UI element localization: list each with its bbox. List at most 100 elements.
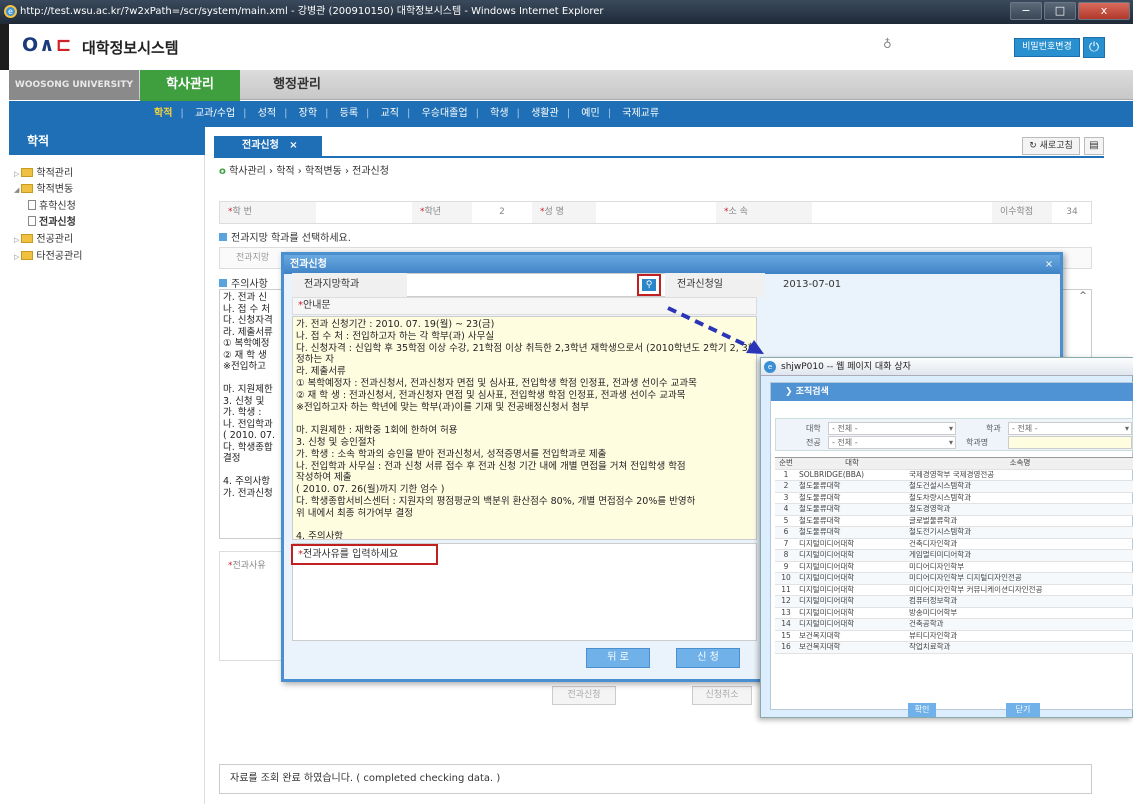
search-button[interactable]: ⚲ — [637, 274, 661, 296]
table-cell: 디지털미디어대학 — [797, 572, 907, 585]
table-cell: 철도물류대학 — [797, 503, 907, 516]
table-cell: 7 — [775, 538, 797, 551]
table-cell: 철도물류대학 — [797, 515, 907, 528]
modal-close-icon[interactable]: × — [1041, 255, 1057, 274]
sidebar-item-transfer[interactable]: 전과신청 — [28, 213, 76, 228]
table-cell: 게임멀티미디어학과 — [907, 549, 1133, 562]
submenu-item[interactable]: 장학 — [299, 108, 317, 119]
table-row[interactable]: 6 철도물류대학 철도전기시스템학과 — [775, 526, 1133, 539]
notice-line — [296, 520, 753, 532]
back-button[interactable]: 뒤 로 — [586, 648, 650, 668]
table-cell: 컴퓨터정보학과 — [907, 595, 1133, 608]
modal-dept-input[interactable] — [410, 276, 634, 294]
folder-icon — [21, 234, 34, 243]
notification-icon[interactable]: ♁ — [883, 37, 895, 51]
table-cell: 철도물류대학 — [797, 526, 907, 539]
close-button[interactable]: 닫기 — [1006, 703, 1040, 717]
submenu-item[interactable]: 등록 — [340, 108, 358, 119]
table-row[interactable]: 13 디지털미디어대학 방송미디어학부 — [775, 607, 1133, 620]
major-select[interactable]: - 전체 - ▾ — [828, 436, 956, 449]
table-row[interactable]: 3 철도물류대학 철도차량시스템학과 — [775, 492, 1133, 505]
sidebar-item-haekjeok[interactable]: ▷ 학적관리 — [14, 164, 73, 179]
reason-label: *전과사유 — [228, 561, 266, 571]
section-bullet-icon — [219, 279, 227, 287]
cancel-application-button[interactable]: 신청취소 — [692, 686, 752, 705]
student-id-label: *학 번 — [220, 202, 316, 223]
sidebar-item-leave[interactable]: 휴학신청 — [28, 197, 76, 212]
transfer-apply-button[interactable]: 전과신청 — [552, 686, 616, 705]
modal-date-label: 전과신청일 — [665, 273, 765, 297]
table-row[interactable]: 4 철도물류대학 철도경영학과 — [775, 503, 1133, 516]
folder-icon — [21, 251, 34, 260]
table-row[interactable]: 7 디지털미디어대학 건축디자인학과 — [775, 538, 1133, 551]
column-header-no[interactable]: 순번 — [775, 458, 797, 470]
column-header-org[interactable]: 소속명 — [907, 458, 1133, 470]
dept-select[interactable]: - 전체 - ▾ — [1008, 422, 1132, 435]
college-select[interactable]: - 전체 - ▾ — [828, 422, 956, 435]
print-icon[interactable]: ▤ — [1084, 137, 1104, 155]
sidebar-item-label: 학적변동 — [36, 184, 74, 195]
table-row[interactable]: 12 디지털미디어대학 컴퓨터정보학과 — [775, 595, 1133, 608]
breadcrumb: o 학사관리 › 학적 › 학적변동 › 전과신청 — [219, 162, 389, 177]
refresh-icon: ↻ — [1029, 141, 1037, 151]
sidebar-item-other-major[interactable]: ▷ 타전공관리 — [14, 247, 82, 262]
table-cell: SOLBRIDGE(BBA) — [797, 469, 907, 482]
scroll-up-icon[interactable]: ^ — [1076, 291, 1090, 305]
table-cell: 뷰티디자인학과 — [907, 630, 1133, 643]
close-window-button[interactable]: x — [1078, 2, 1130, 20]
table-row[interactable]: 2 철도물류대학 철도건설시스템학과 — [775, 480, 1133, 493]
notice-line: 작성하여 제출 — [296, 472, 352, 484]
table-cell: 미디어디자인학부 커뮤니케이션디자인전공 — [907, 584, 1133, 597]
minimize-button[interactable]: − — [1010, 2, 1042, 20]
browser-icon: e — [764, 361, 776, 373]
menu-academic[interactable]: 학사관리 — [140, 70, 240, 102]
modal-date-value: 2013-07-01 — [783, 279, 842, 290]
section-select-dept: 전과지망 학과를 선택하세요. — [219, 229, 351, 244]
submenu-item[interactable]: 성적 — [258, 108, 276, 119]
table-row[interactable]: 9 디지털미디어대학 미디어디자인학부 — [775, 561, 1133, 574]
submenu-item[interactable]: 학적 — [154, 108, 172, 119]
table-row[interactable]: 5 철도물류대학 글로벌물류학과 — [775, 515, 1133, 528]
table-row[interactable]: 11 디지털미디어대학 미디어디자인학부 커뮤니케이션디자인전공 — [775, 584, 1133, 597]
table-row[interactable]: 14 디지털미디어대학 건축공학과 — [775, 618, 1133, 631]
maximize-button[interactable]: □ — [1044, 2, 1076, 20]
submenu-item[interactable]: 생활관 — [531, 108, 559, 119]
table-cell: 10 — [775, 572, 797, 585]
sidebar — [9, 127, 205, 804]
apply-button[interactable]: 신 청 — [676, 648, 740, 668]
table-row[interactable]: 10 디지털미디어대학 미디어디자인학부 디지털디자인전공 — [775, 572, 1133, 585]
submenu-item[interactable]: 교과/수업 — [195, 108, 235, 119]
confirm-button[interactable]: 확인 — [908, 703, 936, 717]
change-password-button[interactable]: 비밀번호변경 — [1014, 38, 1080, 57]
window-title: - 강병관 (200910150) 대학정보시스템 - Windows Inte… — [287, 6, 604, 17]
refresh-button[interactable]: ↻ 새로고침 — [1022, 137, 1080, 155]
deptname-input[interactable] — [1008, 436, 1132, 449]
collapse-arrow-icon: ◢ — [14, 186, 20, 194]
table-row[interactable]: 1 SOLBRIDGE(BBA) 국제경영학부 국제경영전공 — [775, 469, 1133, 482]
sidebar-item-major[interactable]: ▷ 전공관리 — [14, 230, 73, 245]
column-header-college[interactable]: 대학 — [797, 458, 907, 470]
sidebar-item-change[interactable]: ◢ 학적변동 — [14, 180, 73, 195]
notice-line: 다. 학생종합서비스센터 : 지원자의 평점평균의 백분위 환산점수 80%, … — [296, 495, 696, 507]
submenu-item[interactable]: 우승대졸업 — [422, 108, 468, 119]
table-cell: 보건복지대학 — [797, 641, 907, 654]
table-row[interactable]: 8 디지털미디어대학 게임멀티미디어학과 — [775, 549, 1133, 562]
modal-reason-label: *전과사유를 입력하세요 — [291, 544, 438, 565]
dropdown-icon: ▾ — [1124, 424, 1129, 433]
table-row[interactable]: 15 보건복지대학 뷰티디자인학과 — [775, 630, 1133, 643]
table-row[interactable]: 16 보건복지대학 작업치료학과 — [775, 641, 1133, 654]
table-cell: 철도물류대학 — [797, 480, 907, 493]
submenu-item[interactable]: 학생 — [490, 108, 508, 119]
breadcrumb-text: 학사관리 › 학적 › 학적변동 › 전과신청 — [229, 166, 389, 177]
notice-line: 라. 제출서류 — [296, 366, 346, 378]
tab-transfer[interactable]: 전과신청 × — [214, 136, 322, 156]
menu-admin[interactable]: 행정관리 — [262, 70, 332, 100]
submenu-item[interactable]: 교직 — [381, 108, 399, 119]
breadcrumb-bullet-icon: o — [219, 166, 226, 177]
submenu-item[interactable]: 예민 — [581, 108, 599, 119]
department-label: *소 속 — [716, 202, 812, 223]
power-icon[interactable]: ⏻ — [1083, 37, 1105, 58]
window-url: http://test.wsu.ac.kr/?w2xPath=/scr/syst… — [20, 6, 288, 17]
close-icon[interactable]: × — [289, 140, 297, 151]
submenu-item[interactable]: 국제교류 — [622, 108, 659, 119]
